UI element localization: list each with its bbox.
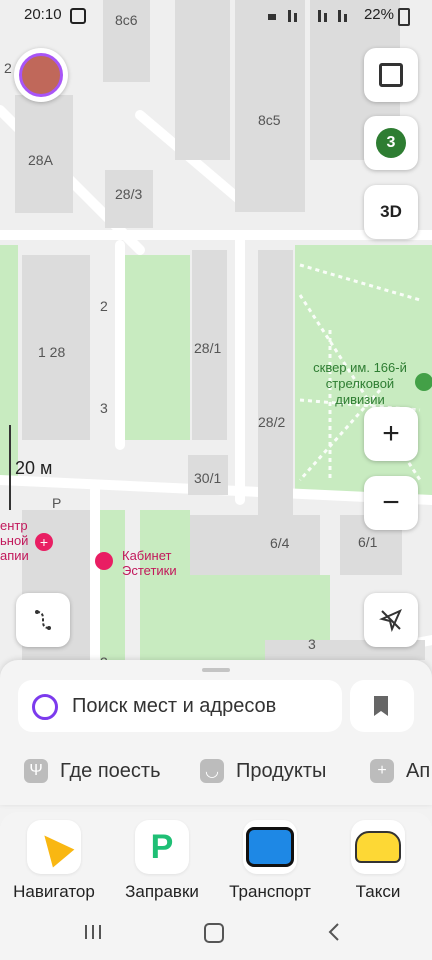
taxi-icon [351,820,405,874]
fuel-icon: P [135,820,189,874]
service-label: Такси [355,882,401,901]
bottom-sheet[interactable]: Поиск мест и адресов Ψ Где поесть ◡ Прод… [0,660,432,805]
map-view[interactable]: 8с6 8с5 28А 28/3 2 1 28 3 28/1 28/2 30/1… [0,0,432,690]
search-bar[interactable]: Поиск мест и адресов [18,680,342,732]
building-label: 1 28 [38,344,66,360]
building-label: 2 [100,298,108,314]
traffic-score: 3 [376,128,406,158]
plus-icon: + [370,759,394,783]
service-fuel[interactable]: P Заправки [112,820,212,902]
3d-button[interactable]: 3D [364,185,418,239]
poi-label[interactable]: ентр ьной апии [0,518,29,563]
route-button[interactable] [16,593,70,647]
fork-knife-icon: Ψ [24,759,48,783]
home-button[interactable] [204,923,224,943]
category-chip-more[interactable]: + Ап [370,750,430,792]
service-transport[interactable]: Транспорт [220,820,320,902]
tree-icon [415,373,432,391]
building-label: 28А [28,152,53,168]
layers-button[interactable] [364,48,418,102]
instagram-icon [70,8,86,24]
status-time: 20:10 [24,6,62,23]
bus-icon [243,820,297,874]
building-label: 28/2 [258,414,286,430]
building-label: 28/3 [115,186,143,202]
zoom-in-button[interactable]: + [364,407,418,461]
signal-icon [268,9,358,22]
basket-icon: ◡ [200,759,224,783]
route-icon [35,610,51,630]
alice-icon[interactable] [32,694,58,720]
traffic-button[interactable]: 3 [364,116,418,170]
building-label: 28/1 [194,340,222,356]
navigator-arrow-icon [27,820,81,874]
chip-label: Ап [406,759,431,782]
service-taxi[interactable]: Такси [328,820,428,902]
battery-icon [398,8,410,26]
building-label: 3 [308,636,316,652]
service-label: Навигатор [13,882,95,901]
building-label: 3 [100,400,108,416]
back-button[interactable] [328,923,340,941]
building-label: 2 [4,60,12,76]
chip-label: Продукты [236,759,327,782]
parking-label: P [52,495,62,511]
building-label: 6/1 [358,534,378,550]
zoom-out-button[interactable]: − [364,476,418,530]
service-navigator[interactable]: Навигатор [4,820,104,902]
bookmarks-button[interactable] [350,680,414,732]
category-chip-food[interactable]: Ψ Где поесть [24,750,161,792]
chip-label: Где поесть [60,759,161,782]
building-label: 6/4 [270,535,290,551]
scale-label: 20 м [15,458,53,478]
status-bar: 20:10 22% [0,0,432,30]
search-input[interactable]: Поиск мест и адресов [72,695,276,718]
park-label[interactable]: сквер им. 166-й стрелковой дивизии [305,360,415,408]
building-label: 30/1 [194,470,222,486]
service-label: Заправки [125,882,199,901]
battery-level: 22% [363,6,394,23]
location-off-icon [379,609,402,632]
poi-cabinet-label[interactable]: Кабинет Эстетики [122,548,177,578]
sheet-handle[interactable] [202,668,230,672]
beauty-icon [95,552,113,570]
avatar[interactable] [14,48,68,102]
building-label: 8с5 [258,112,281,128]
recent-apps-button[interactable] [84,924,102,940]
bookmark-icon [374,696,388,716]
medical-icon: + [35,533,53,551]
my-location-button[interactable] [364,593,418,647]
category-chip-products[interactable]: ◡ Продукты [200,750,326,792]
services-bar: Навигатор P Заправки Транспорт Такси [0,812,432,907]
layers-icon [379,63,403,87]
user-photo [19,53,63,97]
system-nav-bar [0,907,432,960]
service-label: Транспорт [229,882,311,901]
